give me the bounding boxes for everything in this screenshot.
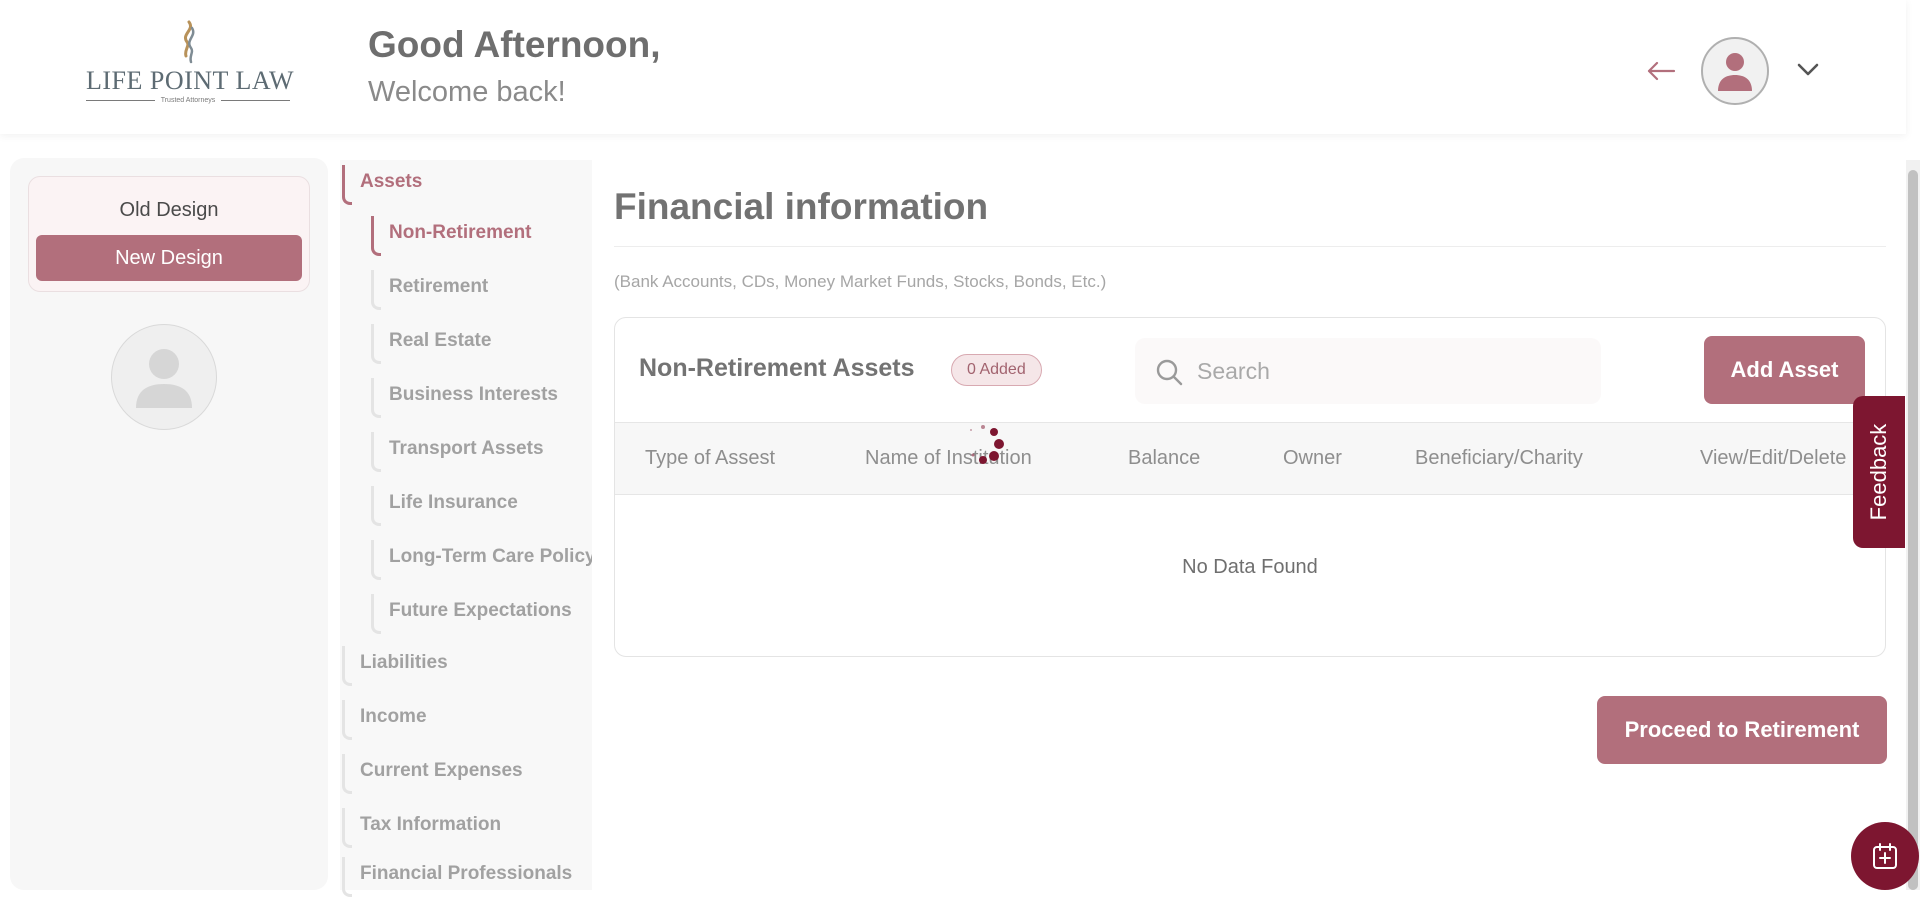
nav-item-long-term-care-policy[interactable]: Long-Term Care Policy — [371, 540, 596, 580]
nav-item-label: Real Estate — [389, 330, 492, 351]
profile-avatar[interactable] — [111, 324, 217, 430]
nav-indicator — [371, 378, 381, 418]
nav-indicator — [371, 486, 381, 526]
column-header[interactable]: View/Edit/Delete — [1700, 447, 1846, 470]
old-design-option[interactable]: Old Design — [29, 199, 309, 222]
flame-icon — [184, 20, 195, 64]
new-design-option[interactable]: New Design — [36, 235, 302, 281]
nav-item-assets[interactable]: Assets — [342, 165, 423, 205]
feedback-tab[interactable]: Feedback — [1853, 396, 1905, 548]
feedback-label: Feedback — [1866, 423, 1891, 521]
main-content: Financial information (Bank Accounts, CD… — [592, 160, 1906, 890]
profile-panel: Old Design New Design — [10, 158, 328, 890]
column-header[interactable]: Beneficiary/Charity — [1415, 447, 1583, 470]
add-asset-button[interactable]: Add Asset — [1704, 336, 1865, 404]
column-header[interactable]: Type of Assest — [645, 447, 775, 470]
nav-item-non-retirement[interactable]: Non-Retirement — [371, 216, 532, 256]
greeting: Good Afternoon, Welcome back! — [368, 24, 661, 109]
nav-indicator — [342, 646, 352, 686]
column-header[interactable]: Owner — [1283, 447, 1342, 470]
nav-item-label: Retirement — [389, 276, 489, 297]
nav-indicator — [342, 700, 352, 740]
calendar-add-button[interactable] — [1851, 822, 1919, 890]
logo-name: LIFE POINT LAW — [86, 66, 295, 95]
nav-indicator — [342, 754, 352, 794]
nav-item-label: Tax Information — [360, 814, 502, 835]
page-title: Financial information — [614, 186, 989, 227]
search-input[interactable] — [1197, 338, 1587, 404]
nav-item-label: Future Expectations — [389, 600, 572, 621]
proceed-button[interactable]: Proceed to Retirement — [1597, 696, 1887, 764]
chevron-down-icon[interactable] — [1795, 58, 1821, 80]
arrow-left-icon[interactable] — [1644, 56, 1678, 86]
table-header: Type of Assest Name of Institution Balance… — [615, 422, 1885, 495]
nav-item-business-interests[interactable]: Business Interests — [371, 378, 558, 418]
nav-item-label: Assets — [360, 171, 423, 192]
nav-item-life-insurance[interactable]: Life Insurance — [371, 486, 518, 526]
nav-item-label: Long-Term Care Policy — [389, 546, 596, 567]
nav-item-retirement[interactable]: Retirement — [371, 270, 489, 310]
user-avatar[interactable] — [1701, 37, 1769, 105]
nav-indicator — [371, 216, 381, 256]
assets-card: Non-Retirement Assets 0 Added Add Asset … — [614, 317, 1886, 657]
added-count-badge: 0 Added — [951, 354, 1042, 386]
nav-item-current-expenses[interactable]: Current Expenses — [342, 754, 523, 794]
nav-item-label: Life Insurance — [389, 492, 518, 513]
nav-item-label: Transport Assets — [389, 438, 544, 459]
nav-indicator — [371, 540, 381, 580]
column-header[interactable]: Name of Institution — [865, 447, 1032, 470]
nav-indicator — [342, 808, 352, 848]
user-placeholder-icon — [136, 349, 192, 408]
header: LIFE POINT LAW Trusted Attorneys Good Af… — [0, 0, 1906, 134]
nav-item-label: Income — [360, 706, 427, 727]
page-note: (Bank Accounts, CDs, Money Market Funds,… — [614, 272, 1107, 291]
calendar-plus-icon — [1873, 843, 1897, 869]
scrollbar[interactable] — [1906, 160, 1920, 890]
search-box — [1135, 338, 1601, 404]
search-icon — [1156, 359, 1183, 386]
nav-item-label: Financial Professionals — [360, 863, 573, 884]
nav-item-label: Non-Retirement — [389, 222, 532, 243]
nav-item-label: Current Expenses — [360, 760, 523, 781]
nav-indicator — [371, 432, 381, 472]
nav-item-income[interactable]: Income — [342, 700, 427, 740]
logo-tagline: Trusted Attorneys — [160, 97, 216, 104]
welcome-text: Welcome back! — [368, 76, 566, 108]
nav-item-liabilities[interactable]: Liabilities — [342, 646, 448, 686]
nav-indicator — [371, 324, 381, 364]
nav-indicator — [342, 165, 352, 205]
loading-spinner-icon — [970, 425, 1004, 464]
empty-state: No Data Found — [1182, 556, 1318, 578]
nav-indicator — [342, 857, 352, 897]
nav-item-financial-professionals[interactable]: Financial Professionals — [342, 857, 573, 897]
nav-item-future-expectations[interactable]: Future Expectations — [371, 594, 572, 634]
card-title: Non-Retirement Assets — [639, 354, 915, 382]
nav-indicator — [371, 270, 381, 310]
nav-item-label: Business Interests — [389, 384, 558, 405]
design-switch: Old Design New Design — [28, 176, 310, 292]
nav-item-label: Liabilities — [360, 652, 448, 673]
nav-item-real-estate[interactable]: Real Estate — [371, 324, 492, 364]
nav-item-transport-assets[interactable]: Transport Assets — [371, 432, 544, 472]
nav-indicator — [371, 594, 381, 634]
section-nav: Assets Non-Retirement Retirement Real Estat… — [340, 160, 596, 897]
nav-item-tax-information[interactable]: Tax Information — [342, 808, 502, 848]
divider — [614, 246, 1886, 247]
column-header[interactable]: Balance — [1128, 447, 1200, 470]
user-avatar-icon — [1718, 53, 1752, 91]
logo[interactable]: LIFE POINT LAW Trusted Attorneys — [86, 20, 295, 110]
scrollbar-thumb[interactable] — [1908, 170, 1918, 890]
greeting-title: Good Afternoon, — [368, 24, 661, 65]
